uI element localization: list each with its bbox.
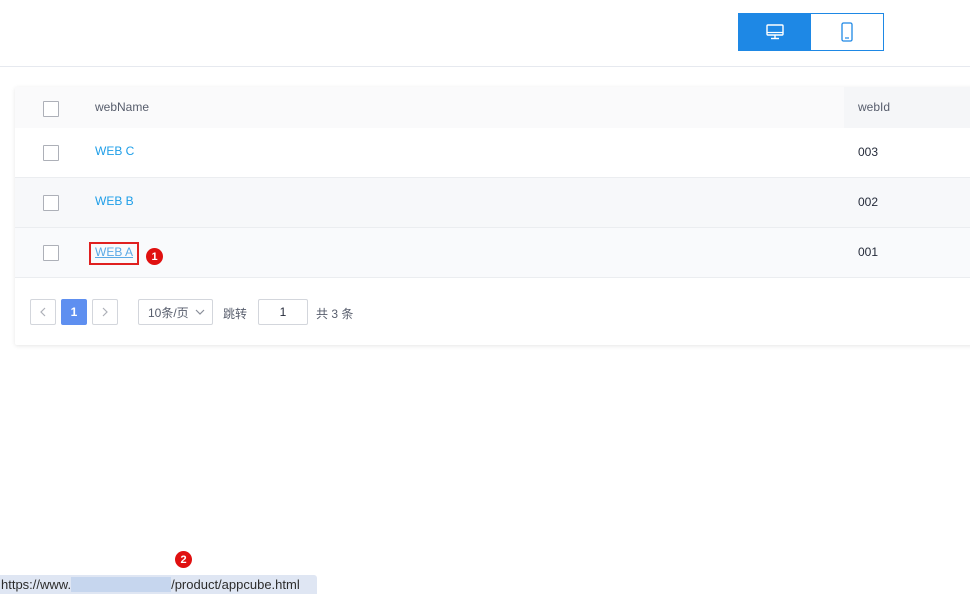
next-page-button[interactable] [92,299,118,325]
jump-page-input[interactable]: 1 [258,299,308,325]
web-id-cell: 002 [858,195,879,209]
column-header-webname[interactable]: webName [95,100,149,114]
web-name-link[interactable]: WEB C [95,144,134,158]
web-id-cell: 003 [858,145,879,159]
top-bar [0,0,970,67]
chevron-left-icon [40,307,46,317]
view-toggle [738,13,884,51]
mobile-view-button[interactable] [811,13,884,51]
status-url-prefix: https://www. [1,577,72,592]
table-row: WEB B 002 [15,178,970,228]
row-checkbox[interactable] [43,195,59,211]
column-header-webid[interactable]: webId [858,100,890,114]
table-header: webName webId [15,87,970,128]
page-size-select[interactable]: 10条/页 [138,299,213,325]
phone-icon [841,22,853,42]
table-row: WEB C 003 [15,128,970,178]
step-badge-1: 1 [146,248,163,265]
web-table-card: webName webId WEB C 003 WEB B 002 WEB A … [15,87,970,345]
jump-label: 跳转 [223,307,248,321]
table-row: WEB A 1 001 [15,228,970,278]
pagination: 1 10条/页 跳转 1 共 3 条 [15,299,970,325]
redacted-domain [71,577,172,592]
desktop-view-button[interactable] [738,13,811,51]
web-id-cell: 001 [858,245,879,259]
web-name-link[interactable]: WEB B [95,194,134,208]
chevron-right-icon [102,307,108,317]
prev-page-button[interactable] [30,299,56,325]
chevron-down-icon [195,309,205,315]
browser-status-bar: https://www. /product/appcube.html [0,575,317,594]
step-badge-2: 2 [175,551,192,568]
page-size-value: 10条/页 [148,305,189,320]
row-checkbox[interactable] [43,245,59,261]
page-number-current[interactable]: 1 [61,299,87,325]
monitor-icon [765,24,784,40]
web-name-link[interactable]: WEB A [95,245,133,259]
status-url-suffix: /product/appcube.html [171,577,300,592]
select-all-checkbox[interactable] [43,101,59,117]
row-checkbox[interactable] [43,145,59,161]
total-count: 共 3 条 [316,307,354,321]
